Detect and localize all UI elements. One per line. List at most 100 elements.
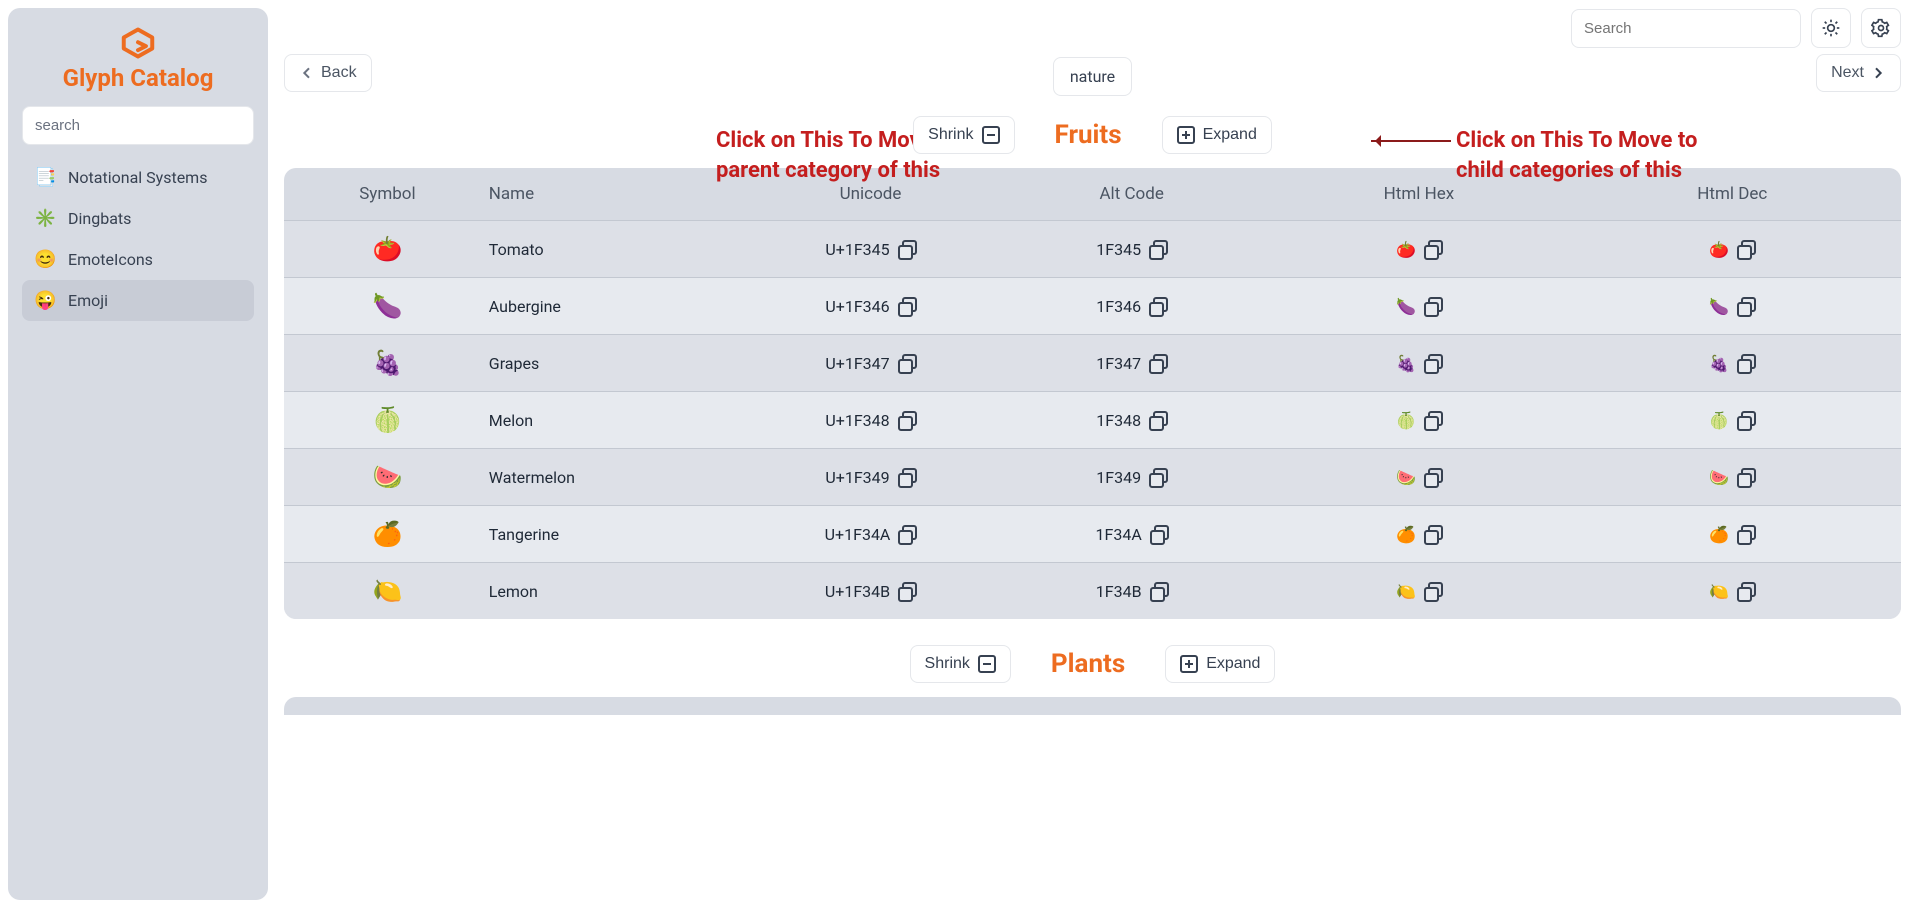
sidebar-item-emoteicons[interactable]: 😊EmoteIcons: [22, 239, 254, 280]
expand-button-fruits[interactable]: Expand: [1162, 116, 1272, 154]
cell-text: 1F348: [1096, 411, 1141, 430]
copy-icon[interactable]: [1149, 297, 1167, 315]
cell-text: 🍊: [1709, 525, 1729, 544]
name-cell: Melon: [479, 411, 740, 430]
cell-unicode: U+1F34A: [740, 525, 1001, 544]
copy-icon[interactable]: [1737, 411, 1755, 429]
minus-square-icon: [982, 126, 1000, 144]
symbol-cell: 🍋: [296, 577, 479, 605]
sidebar-item-notational-systems[interactable]: 📑 Notational Systems: [22, 157, 254, 198]
sidebar-item-emoji[interactable]: 😜Emoji: [22, 280, 254, 321]
cell-unicode: U+1F345: [740, 240, 1001, 259]
table-plants: [284, 697, 1901, 715]
sidebar-item-label: Notational Systems: [68, 168, 207, 187]
cell-hex: 🍉: [1262, 468, 1575, 487]
copy-icon[interactable]: [898, 411, 916, 429]
copy-icon[interactable]: [1737, 525, 1755, 543]
copy-icon[interactable]: [1424, 468, 1442, 486]
cell-dec: 🍉: [1576, 468, 1889, 487]
expand-label: Expand: [1206, 655, 1260, 673]
back-button[interactable]: Back: [284, 54, 372, 92]
section-title-fruits: Fruits: [1055, 120, 1122, 150]
sidebar-item-label: Dingbats: [68, 209, 131, 228]
cell-text: 🍅: [1709, 240, 1729, 259]
cell-dec: 🍈: [1576, 411, 1889, 430]
cell-alt: 1F34A: [1001, 525, 1262, 544]
copy-icon[interactable]: [1737, 297, 1755, 315]
cell-unicode: U+1F349: [740, 468, 1001, 487]
brand-title: Glyph Catalog: [22, 64, 254, 92]
cell-text: 1F349: [1096, 468, 1141, 487]
copy-icon[interactable]: [1737, 468, 1755, 486]
name-cell: Watermelon: [479, 468, 740, 487]
copy-icon[interactable]: [1149, 240, 1167, 258]
shrink-label: Shrink: [928, 126, 973, 144]
table-row[interactable]: 🍋LemonU+1F34B1F34B🍋🍋: [284, 562, 1901, 619]
copy-icon[interactable]: [1737, 240, 1755, 258]
copy-icon[interactable]: [1424, 354, 1442, 372]
expand-button-plants[interactable]: Expand: [1165, 645, 1275, 683]
table-row[interactable]: 🍅TomatoU+1F3451F345🍅🍅: [284, 220, 1901, 277]
name-cell: Lemon: [479, 582, 740, 601]
copy-icon[interactable]: [1149, 411, 1167, 429]
copy-icon[interactable]: [898, 468, 916, 486]
cell-text: 🍈: [1709, 411, 1729, 430]
copy-icon[interactable]: [1737, 582, 1755, 600]
cell-text: U+1F345: [825, 240, 889, 259]
copy-icon[interactable]: [898, 240, 916, 258]
cell-text: 🍇: [1709, 354, 1729, 373]
copy-icon[interactable]: [898, 354, 916, 372]
cell-text: 🍇: [1396, 354, 1416, 373]
copy-icon[interactable]: [1737, 354, 1755, 372]
cell-dec: 🍆: [1576, 297, 1889, 316]
copy-icon[interactable]: [1424, 525, 1442, 543]
cell-alt: 1F34B: [1001, 582, 1262, 601]
copy-icon[interactable]: [1424, 297, 1442, 315]
copy-icon[interactable]: [1149, 354, 1167, 372]
global-search-input[interactable]: [1571, 9, 1801, 48]
table-row[interactable]: 🍉WatermelonU+1F3491F349🍉🍉: [284, 448, 1901, 505]
col-dec: Html Dec: [1576, 184, 1889, 204]
minus-square-icon: [978, 655, 996, 673]
table-row[interactable]: 🍈MelonU+1F3481F348🍈🍈: [284, 391, 1901, 448]
symbol-cell: 🍊: [296, 520, 479, 548]
copy-icon[interactable]: [898, 297, 916, 315]
cell-unicode: U+1F348: [740, 411, 1001, 430]
shrink-button-plants[interactable]: Shrink: [910, 645, 1011, 683]
copy-icon[interactable]: [1424, 240, 1442, 258]
copy-icon[interactable]: [1424, 582, 1442, 600]
sidebar-item-icon: 📑: [34, 167, 56, 188]
copy-icon[interactable]: [1150, 582, 1168, 600]
cell-text: 🍋: [1396, 582, 1416, 601]
shrink-button-fruits[interactable]: Shrink: [913, 116, 1014, 154]
sidebar-item-dingbats[interactable]: ✳️Dingbats: [22, 198, 254, 239]
copy-icon[interactable]: [1149, 468, 1167, 486]
sun-icon: [1821, 18, 1841, 38]
name-cell: Aubergine: [479, 297, 740, 316]
copy-icon[interactable]: [1424, 411, 1442, 429]
expand-label: Expand: [1203, 126, 1257, 144]
cell-text: 🍆: [1709, 297, 1729, 316]
copy-icon[interactable]: [898, 525, 916, 543]
sidebar: Glyph Catalog 📑 Notational Systems ✳️Dingb…: [8, 8, 268, 900]
table-row[interactable]: 🍇GrapesU+1F3471F347🍇🍇: [284, 334, 1901, 391]
symbol-cell: 🍆: [296, 292, 479, 320]
topbar: [284, 8, 1901, 48]
sidebar-search-input[interactable]: [22, 106, 254, 145]
cell-alt: 1F349: [1001, 468, 1262, 487]
table-row[interactable]: 🍆AubergineU+1F3461F346🍆🍆: [284, 277, 1901, 334]
theme-toggle-button[interactable]: [1811, 8, 1851, 48]
settings-button[interactable]: [1861, 8, 1901, 48]
cell-text: 🍋: [1709, 582, 1729, 601]
next-button[interactable]: Next: [1816, 54, 1901, 92]
copy-icon[interactable]: [898, 582, 916, 600]
sidebar-item-icon: 😜: [34, 290, 56, 311]
cell-unicode: U+1F346: [740, 297, 1001, 316]
cell-text: 🍉: [1396, 468, 1416, 487]
copy-icon[interactable]: [1150, 525, 1168, 543]
name-cell: Grapes: [479, 354, 740, 373]
cell-text: 1F347: [1096, 354, 1141, 373]
table-row[interactable]: 🍊TangerineU+1F34A1F34A🍊🍊: [284, 505, 1901, 562]
section-head-plants: Shrink Plants Expand: [284, 645, 1901, 683]
cell-dec: 🍊: [1576, 525, 1889, 544]
